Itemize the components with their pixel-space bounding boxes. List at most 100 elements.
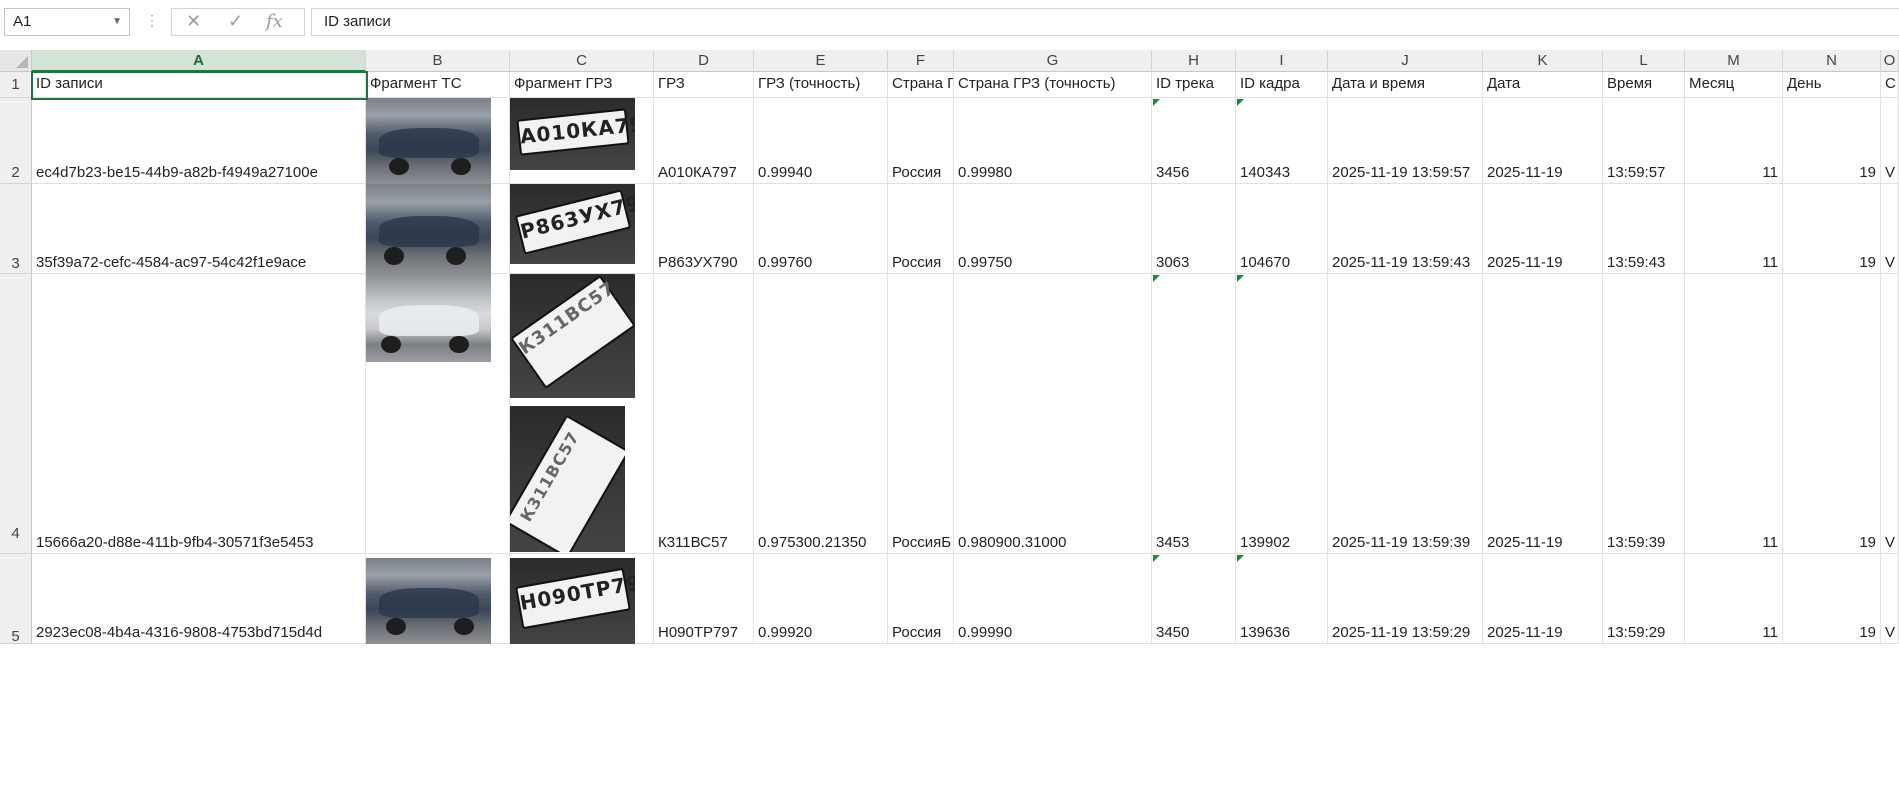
cell-n2[interactable]: 19 [1783, 98, 1881, 184]
name-box[interactable]: A1 ▼ [4, 8, 130, 36]
cell-m4[interactable]: 11 [1685, 274, 1783, 554]
cell-i3[interactable]: 104670 [1236, 184, 1328, 274]
cell-a3[interactable]: 35f39a72-cefc-4584-ac97-54c42f1e9ace [32, 184, 366, 274]
header-cell-d[interactable]: ГРЗ [654, 72, 754, 98]
header-cell-k[interactable]: Дата [1483, 72, 1603, 98]
header-cell-l[interactable]: Время [1603, 72, 1685, 98]
cell-a4[interactable]: 15666a20-d88e-411b-9fb4-30571f3e5453 [32, 274, 366, 554]
column-header-c[interactable]: C [510, 50, 654, 72]
cell-f2[interactable]: Россия [888, 98, 954, 184]
cell-o2[interactable]: V [1881, 98, 1899, 184]
cell-k3[interactable]: 2025-11-19 [1483, 184, 1603, 274]
column-header-e[interactable]: E [754, 50, 888, 72]
cell-k5[interactable]: 2025-11-19 [1483, 554, 1603, 644]
cell-l4[interactable]: 13:59:39 [1603, 274, 1685, 554]
cell-m5[interactable]: 11 [1685, 554, 1783, 644]
column-header-m[interactable]: M [1685, 50, 1783, 72]
license-plate-image[interactable]: А010КА797 [510, 98, 635, 170]
cell-k2[interactable]: 2025-11-19 [1483, 98, 1603, 184]
cell-j2[interactable]: 2025-11-19 13:59:57 [1328, 98, 1483, 184]
column-header-g[interactable]: G [954, 50, 1152, 72]
cell-d5[interactable]: Н090ТР797 [654, 554, 754, 644]
cell-n4[interactable]: 19 [1783, 274, 1881, 554]
cell-j4[interactable]: 2025-11-19 13:59:39 [1328, 274, 1483, 554]
header-cell-m[interactable]: Месяц [1685, 72, 1783, 98]
cell-g2[interactable]: 0.99980 [954, 98, 1152, 184]
header-cell-e[interactable]: ГРЗ (точность) [754, 72, 888, 98]
vehicle-image[interactable] [366, 558, 491, 644]
cell-i5[interactable]: 139636 [1236, 554, 1328, 644]
cell-e2[interactable]: 0.99940 [754, 98, 888, 184]
cell-d2[interactable]: А010КА797 [654, 98, 754, 184]
cell-j3[interactable]: 2025-11-19 13:59:43 [1328, 184, 1483, 274]
cell-o5[interactable]: V [1881, 554, 1899, 644]
header-cell-j[interactable]: Дата и время [1328, 72, 1483, 98]
cell-e5[interactable]: 0.99920 [754, 554, 888, 644]
vehicle-image[interactable] [366, 274, 491, 362]
comment-indicator-icon[interactable] [1237, 275, 1244, 282]
license-plate-image[interactable]: Н090ТР797 [510, 558, 635, 644]
cell-e3[interactable]: 0.99760 [754, 184, 888, 274]
vehicle-image[interactable] [366, 98, 491, 184]
cell-a5[interactable]: 2923ec08-4b4a-4316-9808-4753bd715d4d [32, 554, 366, 644]
header-cell-i[interactable]: ID кадра [1236, 72, 1328, 98]
header-cell-o[interactable]: С [1881, 72, 1899, 98]
column-header-h[interactable]: H [1152, 50, 1236, 72]
row-header-5[interactable]: 5 [0, 554, 32, 645]
header-cell-n[interactable]: День [1783, 72, 1881, 98]
cell-f4[interactable]: РоссияБ [888, 274, 954, 554]
column-header-b[interactable]: B [366, 50, 510, 72]
license-plate-image[interactable]: Р863УХ790 [510, 184, 635, 264]
license-plate-image-duplicate[interactable]: К311ВС57 [510, 406, 625, 552]
header-cell-c[interactable]: Фрагмент ГРЗ [510, 72, 654, 98]
cell-d4[interactable]: К311ВС57 [654, 274, 754, 554]
select-all-button[interactable] [0, 50, 32, 72]
cell-n5[interactable]: 19 [1783, 554, 1881, 644]
row-header-4[interactable]: 4 [0, 274, 32, 554]
close-icon[interactable]: ✕ [186, 11, 201, 32]
comment-indicator-icon[interactable] [1237, 555, 1244, 562]
cell-n3[interactable]: 19 [1783, 184, 1881, 274]
column-header-n[interactable]: N [1783, 50, 1881, 72]
comment-indicator-icon[interactable] [1153, 99, 1160, 106]
comment-indicator-icon[interactable] [1237, 99, 1244, 106]
header-cell-f[interactable]: Страна ГРЗ [888, 72, 954, 98]
cell-h2[interactable]: 3456 [1152, 98, 1236, 184]
cell-d3[interactable]: Р863УХ790 [654, 184, 754, 274]
row-header-2[interactable]: 2 [0, 98, 32, 184]
cell-k4[interactable]: 2025-11-19 [1483, 274, 1603, 554]
cell-h3[interactable]: 3063 [1152, 184, 1236, 274]
fx-icon[interactable]: fx [266, 11, 283, 32]
cell-l3[interactable]: 13:59:43 [1603, 184, 1685, 274]
cell-l5[interactable]: 13:59:29 [1603, 554, 1685, 644]
check-icon[interactable]: ✓ [228, 11, 243, 32]
formula-bar-grip-icon[interactable]: ⋮ [145, 12, 160, 29]
column-header-d[interactable]: D [654, 50, 754, 72]
cell-m3[interactable]: 11 [1685, 184, 1783, 274]
column-header-a[interactable]: A [32, 50, 366, 72]
header-cell-g[interactable]: Страна ГРЗ (точность) [954, 72, 1152, 98]
cell-g4[interactable]: 0.980900.31000 [954, 274, 1152, 554]
cell-e4[interactable]: 0.975300.21350 [754, 274, 888, 554]
cell-o3[interactable]: V [1881, 184, 1899, 274]
cell-h5[interactable]: 3450 [1152, 554, 1236, 644]
row-header-1[interactable]: 1 [0, 72, 32, 98]
header-cell-b[interactable]: Фрагмент ТС [366, 72, 510, 98]
cell-j5[interactable]: 2025-11-19 13:59:29 [1328, 554, 1483, 644]
cell-g5[interactable]: 0.99990 [954, 554, 1152, 644]
column-header-f[interactable]: F [888, 50, 954, 72]
cell-g3[interactable]: 0.99750 [954, 184, 1152, 274]
formula-input[interactable]: ID записи [311, 8, 1899, 36]
comment-indicator-icon[interactable] [1153, 275, 1160, 282]
cell-l2[interactable]: 13:59:57 [1603, 98, 1685, 184]
comment-indicator-icon[interactable] [1153, 555, 1160, 562]
license-plate-image[interactable]: К311ВС57 [510, 274, 635, 398]
cell-o4[interactable]: V [1881, 274, 1899, 554]
cell-i2[interactable]: 140343 [1236, 98, 1328, 184]
column-header-i[interactable]: I [1236, 50, 1328, 72]
column-header-l[interactable]: L [1603, 50, 1685, 72]
header-cell-h[interactable]: ID трека [1152, 72, 1236, 98]
row-header-3[interactable]: 3 [0, 184, 32, 274]
column-header-j[interactable]: J [1328, 50, 1483, 72]
cell-f5[interactable]: Россия [888, 554, 954, 644]
